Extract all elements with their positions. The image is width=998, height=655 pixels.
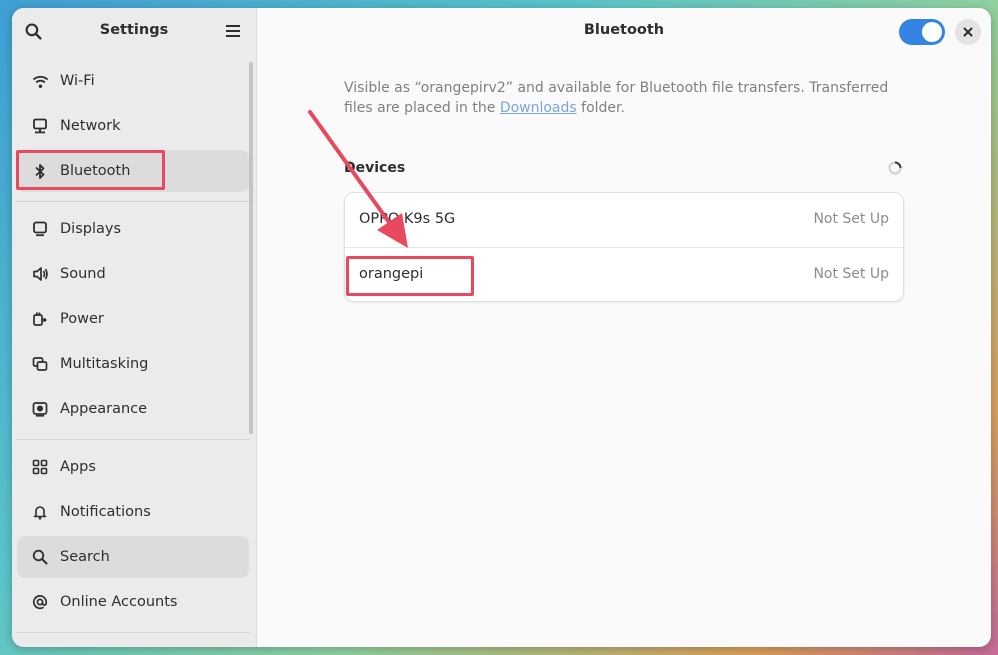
visibility-description: Visible as “orangepirv2” and available f… <box>344 78 904 118</box>
sidebar-item-displays[interactable]: Displays <box>17 208 249 250</box>
sidebar-item-label: Online Accounts <box>60 594 178 610</box>
sidebar-item-label: Search <box>60 549 110 565</box>
speaker-icon <box>31 265 49 283</box>
close-icon <box>963 27 973 37</box>
sidebar: Settings Wi-Fi Network Bluetooth Display… <box>12 8 257 647</box>
sidebar-item-wifi[interactable]: Wi-Fi <box>17 60 249 102</box>
hamburger-menu-icon <box>226 25 240 37</box>
sidebar-item-label: Network <box>60 118 121 134</box>
device-status: Not Set Up <box>813 211 889 227</box>
bluetooth-highlight-box <box>16 150 165 190</box>
toggle-knob <box>922 22 942 42</box>
list-item[interactable]: OPPO K9s 5G Not Set Up <box>345 193 903 247</box>
sidebar-header: Settings <box>12 8 256 54</box>
sidebar-item-label: Apps <box>60 459 96 475</box>
sidebar-item-apps[interactable]: Apps <box>17 446 249 488</box>
power-plug-icon <box>31 310 49 328</box>
sidebar-item-notifications[interactable]: Notifications <box>17 491 249 533</box>
device-status: Not Set Up <box>813 266 889 282</box>
loading-spinner-icon <box>888 161 902 175</box>
appearance-icon <box>31 400 49 418</box>
sidebar-separator <box>16 201 250 202</box>
orangepi-highlight-box <box>346 256 474 296</box>
settings-window: Settings Wi-Fi Network Bluetooth Display… <box>12 8 991 647</box>
sidebar-item-network[interactable]: Network <box>17 105 249 147</box>
wifi-icon <box>31 72 49 90</box>
sidebar-scrollbar[interactable] <box>249 62 253 434</box>
devices-heading: Devices <box>344 160 406 176</box>
apps-grid-icon <box>31 458 49 476</box>
sidebar-item-multitasking[interactable]: Multitasking <box>17 343 249 385</box>
multitasking-icon <box>31 355 49 373</box>
sidebar-item-online-accounts[interactable]: Online Accounts <box>17 581 249 623</box>
search-icon <box>31 548 49 566</box>
sidebar-item-label: Appearance <box>60 401 148 417</box>
sidebar-separator <box>16 439 250 440</box>
sidebar-separator <box>16 632 250 633</box>
downloads-link[interactable]: Downloads <box>500 100 577 116</box>
sidebar-item-label: Power <box>60 311 104 327</box>
sidebar-item-label: Notifications <box>60 504 151 520</box>
page-title: Bluetooth <box>583 22 665 38</box>
close-button[interactable] <box>955 19 981 45</box>
display-icon <box>31 220 49 238</box>
sidebar-item-label: Multitasking <box>60 356 149 372</box>
sidebar-item-search[interactable]: Search <box>17 536 249 578</box>
bell-icon <box>31 503 49 521</box>
description-text: folder. <box>576 100 625 116</box>
sidebar-item-appearance[interactable]: Appearance <box>17 388 249 430</box>
device-name: OPPO K9s 5G <box>359 211 456 227</box>
bluetooth-panel: Bluetooth Visible as “orangepirv2” and a… <box>257 8 991 647</box>
sidebar-item-label: Displays <box>60 221 122 237</box>
sidebar-item-sound[interactable]: Sound <box>17 253 249 295</box>
sidebar-item-label: Sound <box>60 266 106 282</box>
at-sign-icon <box>31 593 49 611</box>
sidebar-item-power[interactable]: Power <box>17 298 249 340</box>
main-menu-button[interactable] <box>219 17 247 45</box>
network-icon <box>31 117 49 135</box>
bluetooth-toggle[interactable] <box>899 19 945 45</box>
sidebar-item-label: Wi-Fi <box>60 73 95 89</box>
